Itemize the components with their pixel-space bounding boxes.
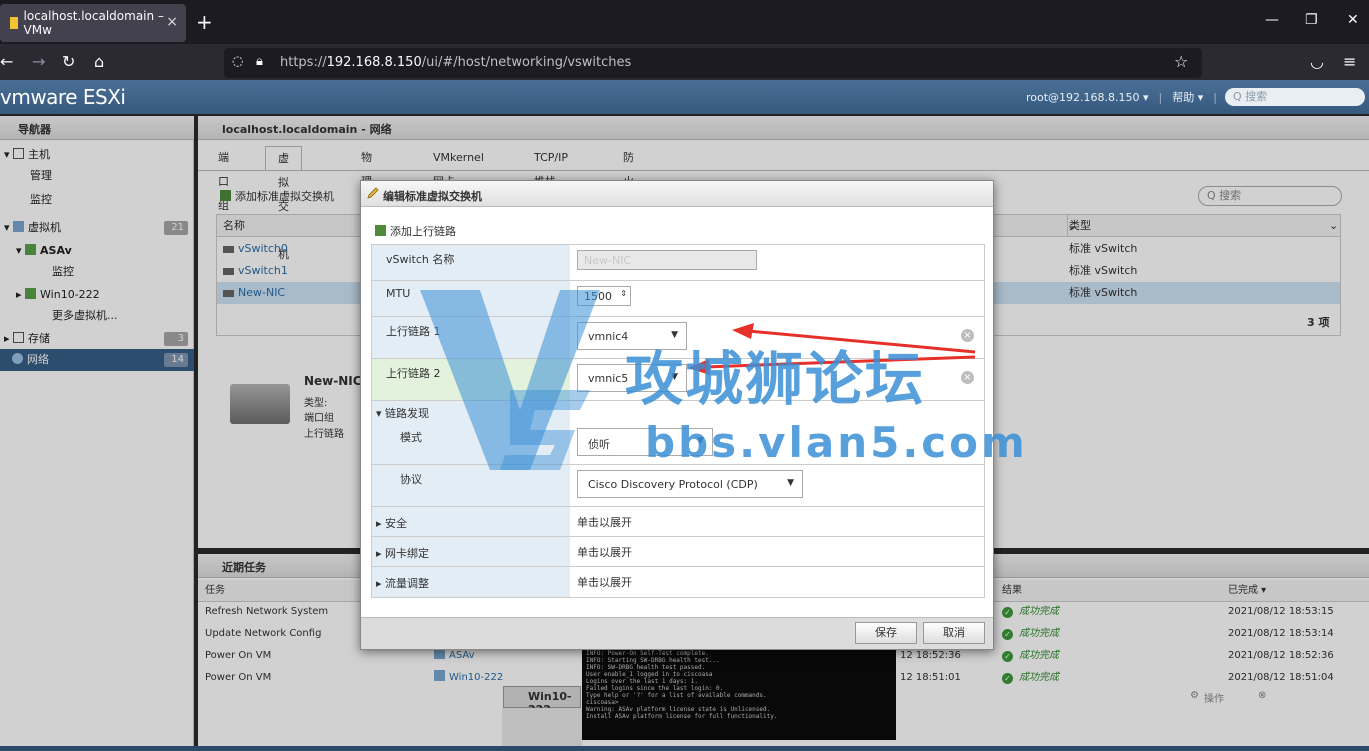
annotation-arrows (688, 323, 976, 375)
arrow-to-uplink1 (747, 329, 976, 354)
arrowhead-icon (732, 323, 754, 339)
arrowhead-icon (688, 359, 710, 375)
arrow-to-uplink2 (704, 355, 976, 369)
